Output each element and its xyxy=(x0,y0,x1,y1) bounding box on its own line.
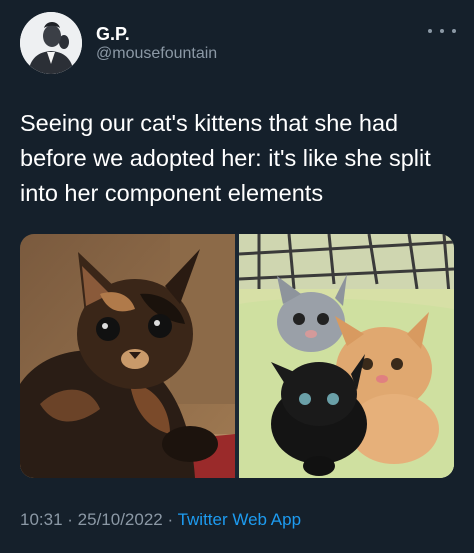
meta-separator: · xyxy=(62,510,78,529)
tweet-time[interactable]: 10:31 xyxy=(20,510,63,529)
tweet-text: Seeing our cat's kittens that she had be… xyxy=(20,110,431,206)
avatar[interactable] xyxy=(20,12,82,74)
tweet: G.P. @mousefountain Seeing our cat's kit… xyxy=(0,0,474,553)
dot xyxy=(452,29,456,33)
media-grid xyxy=(20,234,454,478)
tortoiseshell-cat-photo[interactable] xyxy=(20,234,235,478)
dot xyxy=(440,29,444,33)
three-kittens-photo[interactable] xyxy=(239,234,454,478)
display-name[interactable]: G.P. xyxy=(96,24,130,45)
dot xyxy=(428,29,432,33)
more-dots-icon[interactable] xyxy=(428,22,456,40)
tweet-meta: 10:31 · 25/10/2022 · Twitter Web App xyxy=(20,510,301,530)
tweet-date[interactable]: 25/10/2022 xyxy=(78,510,163,529)
user-handle[interactable]: @mousefountain xyxy=(96,45,217,63)
meta-separator: · xyxy=(162,510,178,529)
profile-photo-icon xyxy=(20,12,82,74)
tweet-source-link[interactable]: Twitter Web App xyxy=(178,510,301,529)
